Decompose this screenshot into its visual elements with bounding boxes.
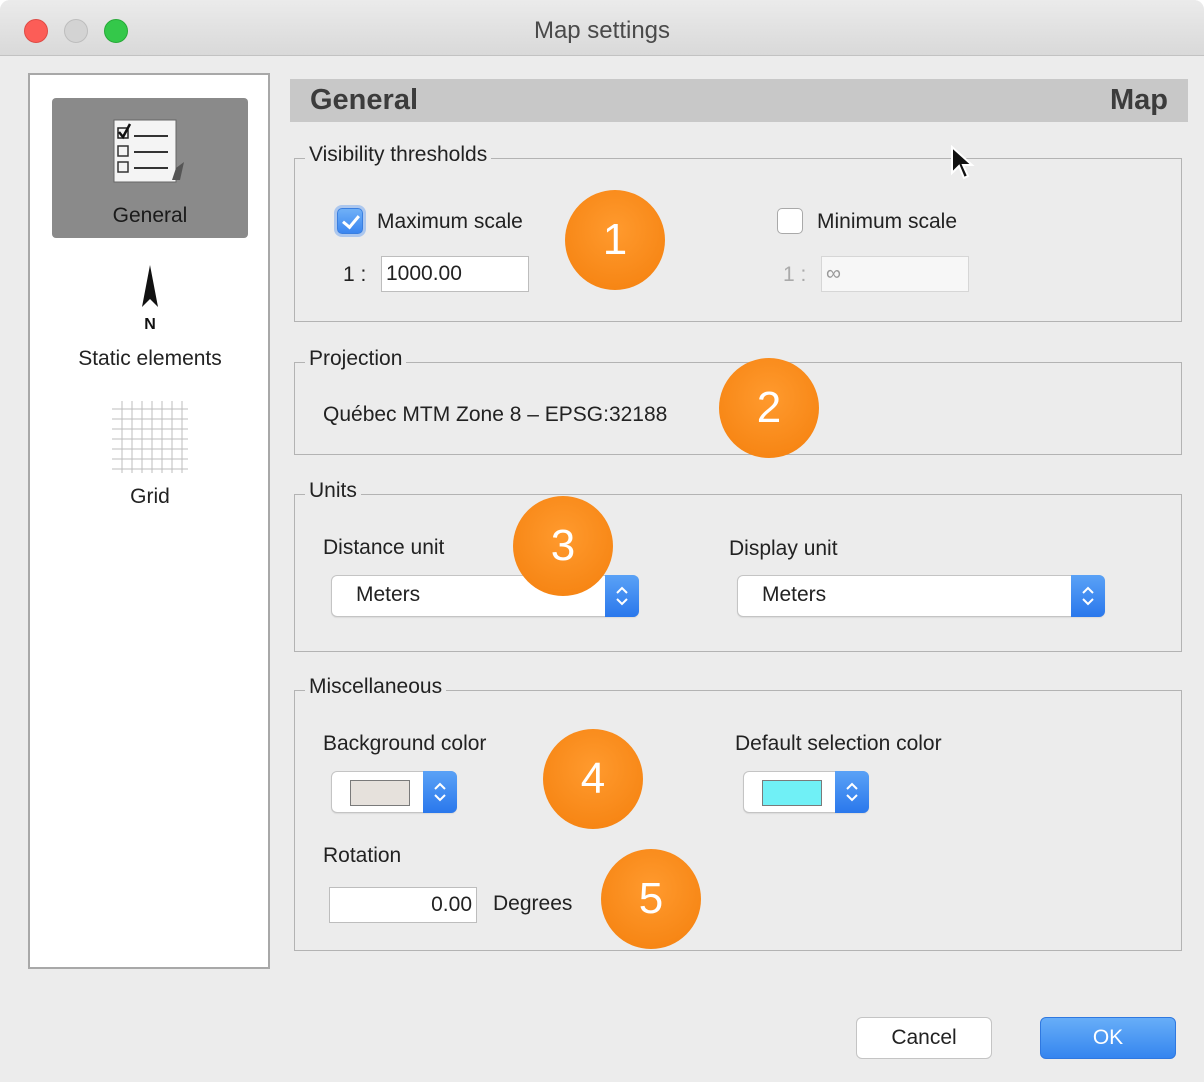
rotation-label: Rotation [323, 844, 402, 867]
select-stepper [835, 771, 869, 813]
maximum-scale-label: Maximum scale [377, 210, 523, 233]
callout-badge-4: 4 [543, 729, 643, 829]
selection-color-label: Default selection color [735, 732, 942, 755]
visibility-thresholds-group: Visibility thresholds Maximum scale 1 : … [294, 143, 1182, 322]
minimum-scale-label: Minimum scale [817, 210, 958, 233]
rotation-input[interactable] [329, 887, 477, 923]
mouse-cursor-icon [951, 145, 975, 180]
svg-text:N: N [144, 316, 156, 333]
sidebar-item-grid[interactable]: Grid [52, 391, 248, 511]
distance-unit-label: Distance unit [323, 536, 445, 559]
sidebar-item-general[interactable]: General [52, 98, 248, 238]
chevron-up-down-icon [1082, 586, 1094, 606]
title-bar: Map settings [0, 0, 1204, 56]
display-unit-select[interactable]: Meters [737, 575, 1105, 617]
projection-value: Québec MTM Zone 8 – EPSG:32188 [323, 403, 668, 426]
minimum-scale-checkbox[interactable] [777, 208, 803, 234]
miscellaneous-group: Miscellaneous Background color Default s… [294, 675, 1182, 951]
panel-title: General [310, 84, 418, 116]
callout-badge-2: 2 [719, 358, 819, 458]
display-unit-value: Meters [762, 583, 827, 606]
callout-badge-5: 5 [601, 849, 701, 949]
callout-badge-3: 3 [513, 496, 613, 596]
maximum-scale-checkbox[interactable] [337, 208, 363, 234]
panel-header: General Map [290, 79, 1188, 122]
cancel-button[interactable]: Cancel [856, 1017, 992, 1059]
callout-badge-1: 1 [565, 190, 665, 290]
window-title: Map settings [533, 17, 671, 44]
north-arrow-icon: N [142, 265, 158, 333]
settings-sidebar: General N Static elements Grid [28, 73, 270, 969]
background-color-label: Background color [323, 732, 487, 755]
select-stepper [605, 575, 639, 617]
minimum-scale-input [821, 256, 969, 292]
display-unit-label: Display unit [729, 537, 838, 560]
background-color-swatch [350, 780, 410, 806]
chevron-up-down-icon [846, 782, 858, 802]
maximum-scale-input[interactable] [381, 256, 529, 292]
sidebar-item-label: Grid [130, 485, 170, 508]
checklist-icon [113, 119, 184, 183]
chevron-up-down-icon [616, 586, 628, 606]
select-stepper [1071, 575, 1105, 617]
group-legend: Visibility thresholds [305, 143, 492, 167]
group-legend: Miscellaneous [305, 675, 447, 699]
selection-color-picker[interactable] [743, 771, 869, 813]
sidebar-item-label: Static elements [78, 347, 222, 370]
group-legend: Projection [305, 347, 407, 371]
select-stepper [423, 771, 457, 813]
sidebar-item-label: General [112, 204, 188, 227]
sidebar-item-static-elements[interactable]: N Static elements [52, 255, 248, 375]
units-group: Units Distance unit Meters Display unit … [294, 479, 1182, 652]
rotation-unit-label: Degrees [493, 892, 573, 915]
group-legend: Units [305, 479, 361, 503]
map-settings-window: Map settings General N Static elements G… [0, 0, 1204, 1082]
maximum-scale-prefix: 1 : [343, 263, 367, 286]
grid-icon [112, 401, 188, 473]
panel-context: Map [1110, 84, 1168, 116]
selection-color-swatch [762, 780, 822, 806]
ok-button[interactable]: OK [1040, 1017, 1176, 1059]
chevron-up-down-icon [434, 782, 446, 802]
distance-unit-value: Meters [356, 583, 421, 606]
background-color-picker[interactable] [331, 771, 457, 813]
minimum-scale-prefix: 1 : [783, 263, 807, 286]
